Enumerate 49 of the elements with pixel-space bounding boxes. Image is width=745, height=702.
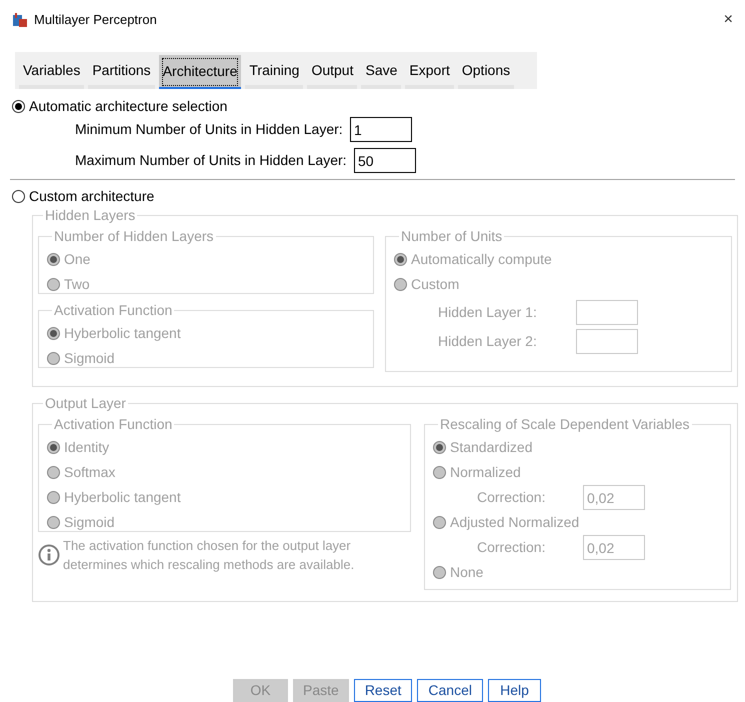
field-label: Maximum Number of Units in Hidden Layer: xyxy=(75,151,348,170)
group-title: Number of Units xyxy=(400,227,504,246)
tab[interactable]: Architecture xyxy=(158,55,242,89)
option-label: Softmax xyxy=(64,463,116,482)
group-title: Output Layer xyxy=(44,394,127,413)
tab[interactable]: Export xyxy=(405,55,454,89)
info-text: The activation function chosen for the output layer determines which rescaling methods are available. xyxy=(63,537,356,574)
info-icon xyxy=(38,544,60,566)
option-label: Hyberbolic tangent xyxy=(64,488,181,507)
group-title: Rescaling of Scale Dependent Variables xyxy=(439,415,691,434)
option-label: Standardized xyxy=(450,438,533,457)
field-label: Correction: xyxy=(477,538,546,557)
option-label: Automatically compute xyxy=(411,250,552,269)
field-label: Hidden Layer 1: xyxy=(438,303,538,322)
radio-button[interactable] xyxy=(12,100,25,113)
tab[interactable]: Save xyxy=(361,55,402,89)
option-label: None xyxy=(450,563,484,582)
option-label: Sigmoid xyxy=(64,513,115,532)
option-label: Hyberbolic tangent xyxy=(64,324,181,343)
tab[interactable]: Variables xyxy=(19,55,84,89)
tab[interactable]: Training xyxy=(245,55,304,89)
group-title: Number of Hidden Layers xyxy=(53,227,215,246)
tab[interactable]: Partitions xyxy=(88,55,155,89)
group-title: Hidden Layers xyxy=(44,206,136,225)
option-label: One xyxy=(64,250,90,269)
app-icon xyxy=(12,12,28,28)
dialog-button[interactable]: Help xyxy=(488,679,541,702)
group-title: Activation Function xyxy=(53,301,174,320)
field-label: Correction: xyxy=(477,488,546,507)
radio-button[interactable] xyxy=(12,190,25,203)
dialog-button[interactable]: Cancel xyxy=(417,679,483,702)
tab[interactable]: Output xyxy=(307,55,358,89)
option-label: Sigmoid xyxy=(64,349,115,368)
input-field[interactable]: 1 xyxy=(350,117,412,142)
option-label: Two xyxy=(64,275,90,294)
close-button[interactable]: × xyxy=(724,8,733,32)
option-label: Adjusted Normalized xyxy=(450,513,580,532)
option-label: Custom architecture xyxy=(29,187,154,206)
field-label: Minimum Number of Units in Hidden Layer: xyxy=(75,120,344,139)
input-field[interactable]: 50 xyxy=(354,148,416,173)
option-label: Identity xyxy=(64,438,110,457)
option-label: Normalized xyxy=(450,463,521,482)
field-label: Hidden Layer 2: xyxy=(438,332,538,351)
option-label: Automatic architecture selection xyxy=(29,97,228,116)
dialog-button[interactable]: Reset xyxy=(354,679,412,702)
option-label: Custom xyxy=(411,275,460,294)
group-title: Activation Function xyxy=(53,415,174,434)
tab[interactable]: Options xyxy=(458,55,514,89)
window-title: Multilayer Perceptron xyxy=(34,11,157,30)
